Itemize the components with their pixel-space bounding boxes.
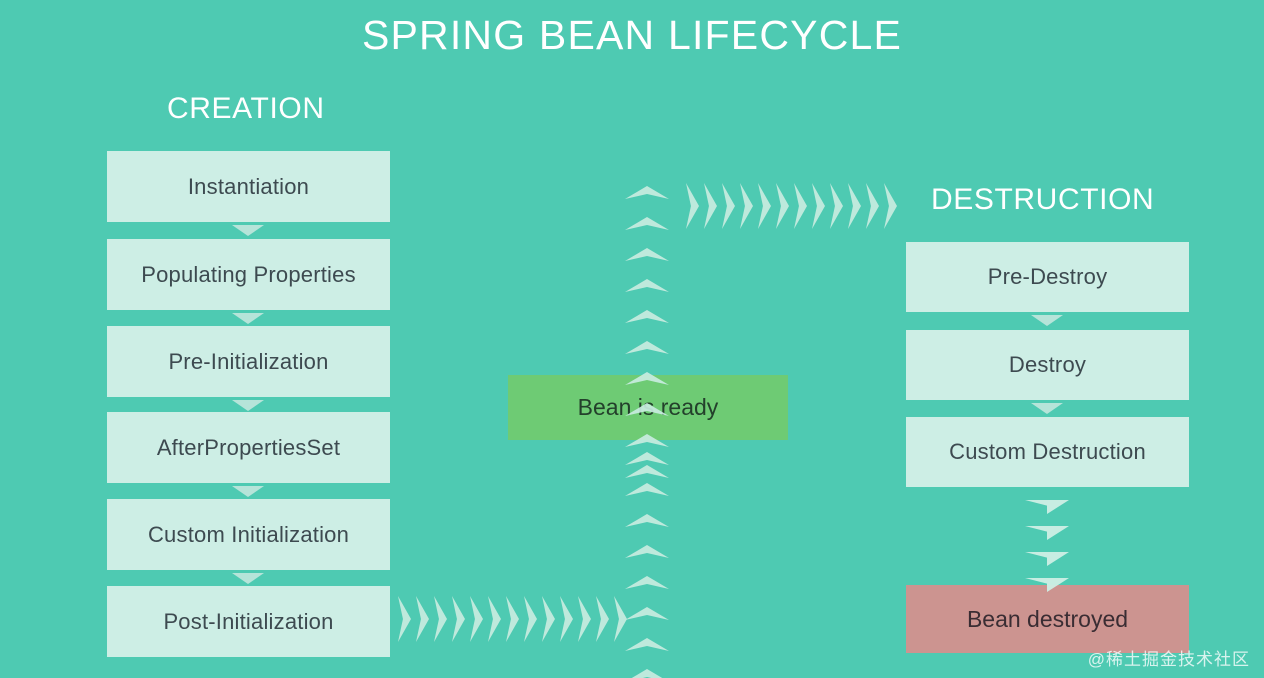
chevron-icon <box>625 483 669 496</box>
chevron-icon <box>488 596 501 642</box>
chevron-icon <box>625 514 669 527</box>
chevron-icon <box>794 183 807 229</box>
chevron-icon <box>524 596 537 642</box>
destruction-step-custom-destruction: Custom Destruction <box>906 417 1189 487</box>
chevron-icon <box>560 596 573 642</box>
chevron-icon <box>1025 500 1069 514</box>
chevron-icon <box>722 183 735 229</box>
chevron-icon <box>625 279 669 292</box>
chevron-icon <box>625 341 669 354</box>
flow-chevrons-down-destroy <box>1025 500 1069 604</box>
connector-arrow-down-icon <box>232 573 264 584</box>
chevron-icon <box>542 596 555 642</box>
chevron-icon <box>578 596 591 642</box>
chevron-icon <box>848 183 861 229</box>
chevron-icon <box>625 607 669 620</box>
chevron-icon <box>625 186 669 199</box>
chevron-icon <box>686 183 699 229</box>
chevron-icon <box>625 248 669 261</box>
flow-chevrons-up-lower <box>625 452 669 678</box>
section-heading-destruction: DESTRUCTION <box>931 183 1155 216</box>
flow-chevrons-right-top <box>686 183 902 229</box>
connector-arrow-down-icon <box>232 486 264 497</box>
creation-step-after-properties-set: AfterPropertiesSet <box>107 412 390 483</box>
diagram-canvas: SPRING BEAN LIFECYCLE CREATION Instantia… <box>0 0 1264 678</box>
chevron-icon <box>506 596 519 642</box>
connector-arrow-down-icon <box>1031 315 1063 326</box>
creation-step-post-initialization: Post-Initialization <box>107 586 390 657</box>
creation-step-pre-initialization: Pre-Initialization <box>107 326 390 397</box>
step-label: Instantiation <box>187 173 310 199</box>
chevron-icon <box>740 183 753 229</box>
chevron-icon <box>434 596 447 642</box>
chevron-icon <box>625 217 669 230</box>
step-label: AfterPropertiesSet <box>156 434 341 460</box>
chevron-icon <box>625 638 669 651</box>
chevron-icon <box>704 183 717 229</box>
page-title: SPRING BEAN LIFECYCLE <box>361 12 903 58</box>
section-heading-creation: CREATION <box>167 92 325 125</box>
connector-arrow-down-icon <box>232 225 264 236</box>
step-label: Custom Initialization <box>147 521 350 547</box>
step-label: Post-Initialization <box>163 608 334 634</box>
flow-chevrons-up-upper <box>625 186 669 496</box>
connector-arrow-down-icon <box>232 313 264 324</box>
step-label: Populating Properties <box>141 261 356 287</box>
chevron-icon <box>625 372 669 385</box>
bean-destroyed-label: Bean destroyed <box>966 605 1129 632</box>
chevron-icon <box>625 403 669 416</box>
chevron-icon <box>625 310 669 323</box>
step-label: Destroy <box>1008 352 1087 377</box>
chevron-icon <box>830 183 843 229</box>
chevron-icon <box>625 576 669 589</box>
chevron-icon <box>776 183 789 229</box>
chevron-icon <box>452 596 465 642</box>
chevron-icon <box>416 596 429 642</box>
creation-step-instantiation: Instantiation <box>107 151 390 222</box>
chevron-icon <box>866 183 879 229</box>
chevron-icon <box>812 183 825 229</box>
chevron-icon <box>625 669 669 678</box>
step-label: Pre-Destroy <box>987 264 1108 289</box>
connector-arrow-down-icon <box>232 400 264 411</box>
destruction-step-pre-destroy: Pre-Destroy <box>906 242 1189 312</box>
chevron-icon <box>1025 526 1069 540</box>
destruction-step-destroy: Destroy <box>906 330 1189 400</box>
watermark: @稀土掘金技术社区 <box>1087 650 1250 669</box>
step-label: Pre-Initialization <box>168 348 329 374</box>
chevron-icon <box>884 183 897 229</box>
chevron-icon <box>1025 578 1069 592</box>
creation-step-custom-initialization: Custom Initialization <box>107 499 390 570</box>
chevron-icon <box>625 434 669 447</box>
step-label: Custom Destruction <box>949 439 1146 464</box>
flow-chevrons-right-bottom <box>398 596 632 642</box>
connector-arrow-down-icon <box>1031 403 1063 414</box>
chevron-icon <box>398 596 411 642</box>
chevron-icon <box>625 452 669 465</box>
chevron-icon <box>596 596 609 642</box>
chevron-icon <box>1025 552 1069 566</box>
chevron-icon <box>625 545 669 558</box>
creation-step-populating-properties: Populating Properties <box>107 239 390 310</box>
chevron-icon <box>758 183 771 229</box>
chevron-icon <box>470 596 483 642</box>
